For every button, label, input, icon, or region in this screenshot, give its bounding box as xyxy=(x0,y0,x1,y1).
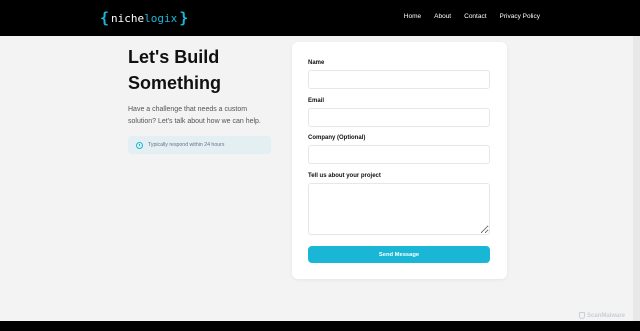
name-label: Name xyxy=(308,60,325,66)
watermark: ScanMalware xyxy=(579,312,625,319)
nav-home-link[interactable]: Home xyxy=(404,13,421,20)
email-label: Email xyxy=(308,98,325,104)
clock-icon xyxy=(136,141,143,149)
logo-open-brace: { xyxy=(100,8,110,27)
response-time-text: Typically respond within 24 hours xyxy=(148,142,225,148)
page-title-line2: Something xyxy=(128,73,221,93)
nav-contact-link[interactable]: Contact xyxy=(464,13,486,20)
page-title: Let's Build Something xyxy=(128,44,278,96)
logo-text-logix: logix xyxy=(144,11,178,25)
shield-icon xyxy=(579,312,585,319)
nav-about-link[interactable]: About xyxy=(434,13,451,20)
email-input[interactable] xyxy=(308,108,490,127)
top-navbar: { niche logix } Home About Contact Priva… xyxy=(0,0,640,36)
brand-logo[interactable]: { niche logix } xyxy=(100,9,188,27)
contact-form: Name Email Company (Optional) Tell us ab… xyxy=(292,42,507,279)
logo-close-brace: } xyxy=(179,8,189,27)
project-label: Tell us about your project xyxy=(308,173,381,179)
page-scrollbar[interactable] xyxy=(633,36,640,321)
hero-section: Let's Build Something Have a challenge t… xyxy=(128,44,278,128)
company-input[interactable] xyxy=(308,145,490,164)
main-nav: Home About Contact Privacy Policy xyxy=(404,13,540,20)
send-message-button[interactable]: Send Message xyxy=(308,246,490,263)
name-input[interactable] xyxy=(308,70,490,89)
project-textarea[interactable] xyxy=(308,183,490,235)
page-title-line1: Let's Build xyxy=(128,47,220,67)
hero-subtitle: Have a challenge that needs a custom sol… xyxy=(128,106,261,125)
nav-privacy-policy-link[interactable]: Privacy Policy xyxy=(500,13,540,20)
company-label: Company (Optional) xyxy=(308,135,366,141)
bottom-bar xyxy=(0,321,640,331)
watermark-text: ScanMalware xyxy=(587,312,626,319)
response-time-note: Typically respond within 24 hours xyxy=(128,136,271,154)
logo-text-niche: niche xyxy=(111,11,145,25)
